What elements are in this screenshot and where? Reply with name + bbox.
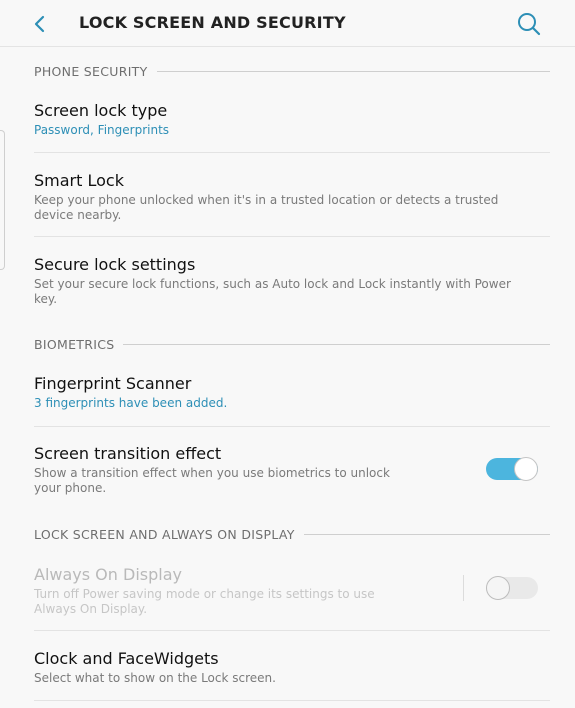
toggle-knob [486, 576, 510, 600]
item-divider [34, 630, 550, 631]
page-title: LOCK SCREEN AND SECURITY [79, 13, 346, 32]
item-subtitle: Turn off Power saving mode or change its… [34, 587, 375, 616]
item-divider [34, 426, 550, 427]
section-divider [123, 343, 550, 345]
item-title: Screen lock type [34, 101, 168, 120]
item-subtitle: Show a transition effect when you use bi… [34, 466, 390, 495]
search-icon [518, 13, 541, 36]
always-on-display-toggle[interactable] [486, 576, 538, 600]
section-header-phone-security: PHONE SECURITY [34, 61, 550, 81]
item-title: Screen transition effect [34, 444, 222, 463]
screen-transition-toggle[interactable] [486, 457, 538, 481]
item-subtitle: Set your secure lock functions, such as … [34, 277, 511, 306]
item-divider [34, 152, 550, 153]
item-title: Fingerprint Scanner [34, 374, 192, 393]
back-button[interactable] [24, 8, 56, 40]
search-button[interactable] [512, 8, 546, 40]
item-title: Always On Display [34, 565, 182, 584]
vertical-separator [463, 575, 464, 601]
section-divider [303, 533, 550, 535]
settings-item-smart-lock[interactable]: Smart Lock Keep your phone unlocked when… [0, 171, 575, 233]
chevron-left-icon [34, 15, 45, 33]
item-divider [34, 700, 550, 701]
toggle-knob [514, 457, 538, 481]
item-title: Smart Lock [34, 171, 124, 190]
item-subtitle: Keep your phone unlocked when it's in a … [34, 193, 499, 222]
item-title: Secure lock settings [34, 255, 196, 274]
settings-item-screen-lock-type[interactable]: Screen lock type Password, Fingerprints [0, 101, 575, 151]
settings-item-fingerprint-scanner[interactable]: Fingerprint Scanner 3 fingerprints have … [0, 374, 575, 422]
section-label: LOCK SCREEN AND ALWAYS ON DISPLAY [34, 526, 295, 542]
app-bar: LOCK SCREEN AND SECURITY [0, 0, 575, 47]
section-divider [156, 70, 550, 72]
settings-item-secure-lock-settings[interactable]: Secure lock settings Set your secure loc… [0, 255, 575, 317]
item-divider [34, 236, 550, 237]
item-subtitle: Select what to show on the Lock screen. [34, 671, 276, 685]
section-label: PHONE SECURITY [34, 63, 148, 79]
section-header-lock-screen: LOCK SCREEN AND ALWAYS ON DISPLAY [34, 524, 550, 544]
item-title: Clock and FaceWidgets [34, 649, 219, 668]
settings-item-clock-facewidgets[interactable]: Clock and FaceWidgets Select what to sho… [0, 649, 575, 697]
item-subtitle: Password, Fingerprints [34, 123, 170, 137]
item-subtitle: 3 fingerprints have been added. [34, 396, 228, 410]
section-label: BIOMETRICS [34, 336, 115, 352]
section-header-biometrics: BIOMETRICS [34, 334, 550, 354]
